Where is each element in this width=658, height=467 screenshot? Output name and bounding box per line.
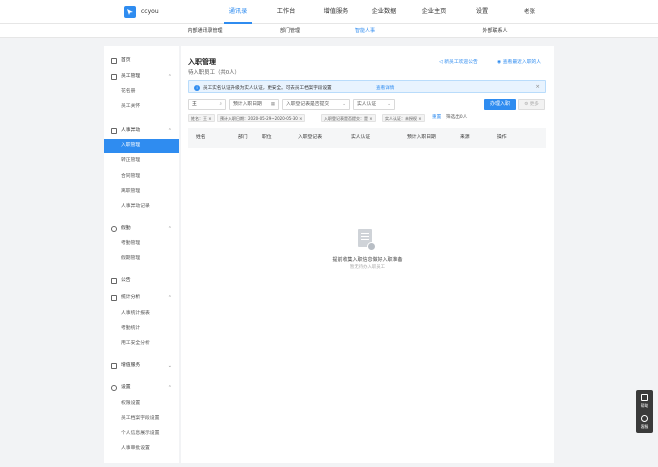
nav-company-home[interactable]: 企业主页 <box>416 0 452 24</box>
close-icon[interactable]: × <box>535 84 540 90</box>
main-panel: 入职管理 待入职员工（共0人） ◁ 新员工欢迎公告 ◉ 查看最近入职的人 i 员… <box>181 46 554 463</box>
chevron-down-icon: ⌄ <box>342 102 346 107</box>
sidebar-item-care[interactable]: 员工关怀 <box>104 100 179 114</box>
subnav-internal-contacts[interactable]: 内部通讯录管理 <box>170 24 240 38</box>
filter-tag-date[interactable]: 预计入职日期：2020-05-29~2020-05-30 × <box>217 114 306 122</box>
filter-tag-name[interactable]: 姓名：王 × <box>188 114 215 122</box>
col-registration-form: 入职登记表 <box>298 135 322 140</box>
sidebar-item-regularization[interactable]: 转正管理 <box>104 154 179 168</box>
page-subtitle: 待入职员工（共0人） <box>188 70 240 76</box>
sidebar-item-personal-display[interactable]: 个人信息展示设置 <box>104 427 179 441</box>
info-notice: i 员工实名认证升级为实人认证，更安全。可去员工档案字段设置 查看详情 × <box>188 80 546 93</box>
sidebar: 首页 员工管理 ⌃ 花名册 员工关怀 人事异动 ⌃ 入职管理 转正管理 合同管理… <box>104 46 179 463</box>
result-count: 筛选出0人 <box>446 115 468 120</box>
sidebar-item-hr-report[interactable]: 人事统计报表 <box>104 307 179 321</box>
megaphone-icon <box>111 278 117 284</box>
chevron-up-icon: ⌃ <box>167 74 172 80</box>
chevron-down-icon: ⌄ <box>387 102 391 107</box>
person-icon <box>111 74 117 80</box>
sidebar-item-attendance-mgmt[interactable]: 考勤管理 <box>104 237 179 251</box>
empty-state-subtitle: 暂无待办入职员工 <box>349 265 386 270</box>
col-expected-date: 预计入职日期 <box>407 135 436 140</box>
sidebar-group-stats[interactable]: 统计分析 ⌃ <box>104 291 179 305</box>
nav-company-data[interactable]: 企业数据 <box>366 0 402 24</box>
sidebar-item-contracts[interactable]: 合同管理 <box>104 170 179 184</box>
brand-name: ccyou <box>141 8 159 15</box>
sidebar-item-profile-fields[interactable]: 员工档案字段设置 <box>104 412 179 426</box>
megaphone-icon: ◁ <box>439 60 443 65</box>
customer-service-button[interactable]: 客服 <box>636 411 653 432</box>
page-title: 入职管理 <box>188 58 216 66</box>
sidebar-group-staff[interactable]: 员工管理 ⌃ <box>104 70 179 84</box>
nav-value-services[interactable]: 增值服务 <box>318 0 354 24</box>
sidebar-item-hr-approval[interactable]: 人事审批设置 <box>104 442 179 456</box>
top-bar: ccyou 通讯录 工作台 增值服务 企业数据 企业主页 设置 老张 <box>0 0 658 24</box>
logo-icon[interactable] <box>124 6 136 18</box>
sidebar-item-resignation[interactable]: 离职管理 <box>104 185 179 199</box>
transfer-icon <box>111 128 117 134</box>
chevron-up-icon: ⌃ <box>167 226 172 232</box>
table-header: 姓名 部门 职位 入职登记表 实人认证 预计入职日期 来源 操作 <box>188 128 546 148</box>
headset-icon <box>641 415 648 422</box>
subnav-external-contacts[interactable]: 外部联系人 <box>470 24 520 38</box>
home-icon <box>111 58 117 64</box>
sidebar-item-onboarding[interactable]: 入职管理 <box>104 139 179 153</box>
filter-tag-auth[interactable]: 实人认证：未授权 × <box>382 114 425 122</box>
nav-workbench[interactable]: 工作台 <box>272 0 300 24</box>
calendar-icon: ▦ <box>270 102 275 107</box>
clock-icon <box>111 226 117 232</box>
grid-icon <box>111 363 117 369</box>
nav-settings[interactable]: 设置 <box>468 0 496 24</box>
document-icon <box>641 394 648 401</box>
user-name[interactable]: 老张 <box>524 0 535 24</box>
floating-help-panel: 帮助 客服 <box>636 390 653 433</box>
subnav-smart-hr[interactable]: 智能人事 <box>345 24 385 38</box>
welcome-notice-link[interactable]: ◁ 新员工欢迎公告 <box>439 58 478 65</box>
sidebar-item-safety-analysis[interactable]: 用工安全分析 <box>104 337 179 351</box>
subnav-department[interactable]: 部门管理 <box>270 24 310 38</box>
form-submitted-select[interactable]: 入职登记表是否提交 ⌄ <box>282 99 350 110</box>
sidebar-item-hr-records[interactable]: 人事异动记录 <box>104 200 179 214</box>
auth-status-select[interactable]: 实人认证 ⌄ <box>353 99 395 110</box>
sidebar-item-attendance-stats[interactable]: 考勤统计 <box>104 322 179 336</box>
sidebar-group-hr[interactable]: 人事异动 ⌃ <box>104 124 179 138</box>
sub-nav-bar: 内部通讯录管理 部门管理 智能人事 外部联系人 <box>0 24 658 38</box>
chevron-up-icon: ⌃ <box>167 128 172 134</box>
help-button[interactable]: 帮助 <box>636 390 653 411</box>
notice-detail-link[interactable]: 查看详情 <box>376 85 394 91</box>
search-icon: ⌕ <box>219 102 222 107</box>
reset-link[interactable]: 重置 <box>432 114 441 122</box>
sidebar-group-value-services[interactable]: 增值服务 ⌄ <box>104 359 179 373</box>
onboard-button[interactable]: 办理入职 <box>484 99 516 110</box>
expected-date-picker[interactable]: 预计入职日期 ▦ <box>229 99 279 110</box>
sidebar-item-leave-mgmt[interactable]: 假期管理 <box>104 252 179 266</box>
sidebar-item-notice[interactable]: 公告 <box>104 274 179 288</box>
col-actions: 操作 <box>497 135 507 140</box>
empty-state-title: 提前收集入职信息做好入职准备 <box>332 257 403 263</box>
col-source: 来源 <box>460 135 470 140</box>
sidebar-group-settings[interactable]: 设置 ⌃ <box>104 381 179 395</box>
chevron-up-icon: ⌃ <box>167 385 172 391</box>
bar-chart-icon <box>111 295 117 301</box>
gear-icon <box>111 385 117 391</box>
col-department: 部门 <box>238 135 248 140</box>
sidebar-item-home[interactable]: 首页 <box>104 54 179 68</box>
document-badge-icon <box>367 242 376 251</box>
filter-tag-form[interactable]: 入职登记表是否提交：是 × <box>321 114 376 122</box>
chevron-up-icon: ⌃ <box>167 295 172 301</box>
name-search-input[interactable]: 王 ⌕ <box>188 99 226 110</box>
nav-contacts[interactable]: 通讯录 <box>224 0 252 24</box>
col-position: 职位 <box>262 135 272 140</box>
sidebar-item-permissions[interactable]: 权限设置 <box>104 397 179 411</box>
recent-hires-link[interactable]: ◉ 查看最近入职的人 <box>497 58 541 65</box>
sidebar-group-attendance[interactable]: 假勤 ⌃ <box>104 222 179 236</box>
sidebar-item-roster[interactable]: 花名册 <box>104 85 179 99</box>
eye-icon: ◉ <box>497 60 502 65</box>
info-icon: i <box>194 84 200 91</box>
chevron-down-icon: ⌄ <box>167 363 172 369</box>
col-real-auth: 实人认证 <box>351 135 371 140</box>
col-name: 姓名 <box>196 135 206 140</box>
more-button[interactable]: ⚙ 更多 <box>518 99 545 110</box>
